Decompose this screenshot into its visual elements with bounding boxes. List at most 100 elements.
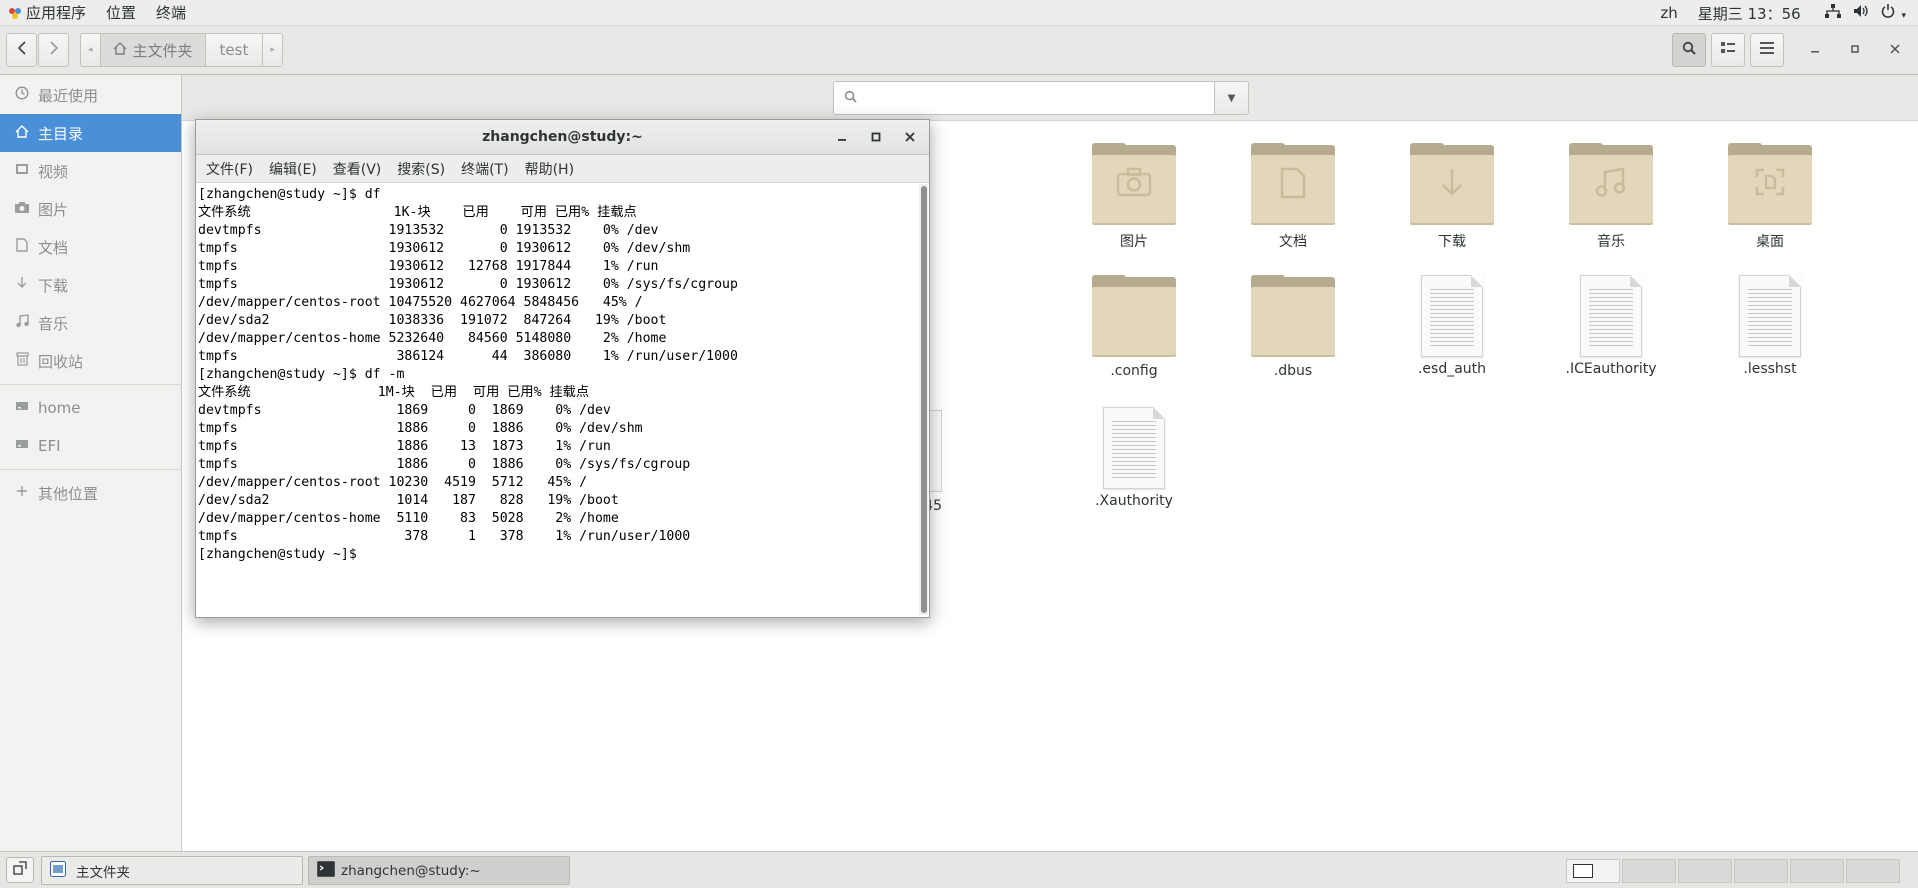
sidebar-separator (0, 469, 181, 470)
list-view-icon (1721, 42, 1735, 58)
task-label: zhangchen@study:~ (341, 862, 481, 879)
path-scroll-right-button[interactable]: ▸ (263, 34, 282, 66)
text-file-icon (1421, 275, 1483, 357)
maximize-button[interactable] (1840, 33, 1870, 67)
file-item-lesshst[interactable]: .lesshst (1700, 275, 1840, 377)
sidebar-item-downloads[interactable]: 下载 (0, 266, 181, 304)
file-item-esd-auth[interactable]: .esd_auth (1382, 275, 1522, 377)
terminal-menu-help[interactable]: 帮助(H) (517, 159, 582, 179)
sidebar-item-home[interactable]: 主目录 (0, 114, 181, 152)
clock[interactable]: 星期三 13：56 (1688, 3, 1819, 24)
task-file-manager[interactable]: 主文件夹 (41, 856, 303, 885)
file-item-iceauthority[interactable]: .ICEauthority (1541, 275, 1681, 377)
sidebar-item-label: 图片 (38, 200, 69, 219)
workspace-6[interactable] (1846, 859, 1900, 883)
input-language-indicator[interactable]: zh (1650, 4, 1687, 22)
applications-menu[interactable]: 应用程序 (22, 0, 96, 26)
places-menu[interactable]: 位置 (96, 0, 146, 26)
maximize-icon (871, 130, 881, 146)
folder-item-documents[interactable]: 文档 (1223, 143, 1363, 251)
taskbar: 主文件夹 zhangchen@study:~ (0, 851, 1918, 888)
minimize-button[interactable] (1800, 33, 1830, 67)
terminal-menubar: 文件(F) 编辑(E) 查看(V) 搜索(S) 终端(T) 帮助(H) (196, 155, 929, 183)
terminal-menu-view[interactable]: 查看(V) (325, 159, 390, 179)
terminal-menu-edit[interactable]: 编辑(E) (261, 159, 325, 179)
search-toggle-button[interactable] (1672, 33, 1706, 67)
terminal-menu-search[interactable]: 搜索(S) (389, 159, 453, 179)
terminal-maximize-button[interactable] (859, 120, 893, 155)
file-label: .Xauthority (1095, 493, 1173, 509)
camera-icon (1092, 167, 1176, 205)
sidebar-item-label: 音乐 (38, 314, 69, 333)
sidebar-item-other-locations[interactable]: 其他位置 (0, 474, 181, 512)
sidebar-item-efi[interactable]: EFI (0, 427, 181, 465)
close-button[interactable] (1880, 33, 1910, 67)
sidebar-item-trash[interactable]: 回收站 (0, 342, 181, 380)
view-mode-button[interactable] (1711, 33, 1745, 67)
back-button[interactable] (6, 33, 37, 67)
search-input[interactable] (834, 82, 1214, 114)
volume-icon[interactable] (1847, 4, 1875, 22)
terminal-menu-file[interactable]: 文件(F) (198, 159, 261, 179)
home-icon (14, 124, 30, 142)
terminal-titlebar[interactable]: zhangchen@study:~ (196, 120, 929, 155)
folder-label: 文档 (1279, 234, 1307, 250)
path-segment-test[interactable]: test (206, 34, 264, 66)
path-scroll-left-button[interactable]: ◂ (81, 34, 101, 66)
workspace-5[interactable] (1790, 859, 1844, 883)
sidebar-item-label: home (38, 399, 81, 417)
terminal-close-button[interactable] (893, 120, 927, 155)
sidebar-item-label: EFI (38, 437, 61, 455)
chevron-down-icon: ▼ (1227, 92, 1236, 104)
terminal-menu-terminal[interactable]: 终端(T) (453, 159, 516, 179)
terminal-output[interactable]: [zhangchen@study ~]$ df 文件系统 1K-块 已用 可用 … (196, 184, 917, 617)
forward-button[interactable] (38, 33, 69, 67)
scrollbar-thumb[interactable] (921, 186, 927, 613)
task-terminal[interactable]: zhangchen@study:~ (308, 856, 570, 885)
sidebar-item-music[interactable]: 音乐 (0, 304, 181, 342)
sidebar-item-label: 下载 (38, 276, 69, 295)
folder-label: 桌面 (1756, 234, 1784, 250)
folder-item-desktop[interactable]: 桌面 (1700, 143, 1840, 251)
show-desktop-button[interactable] (6, 857, 34, 883)
path-segment-home[interactable]: 主文件夹 (100, 34, 206, 66)
sidebar-item-label: 文档 (38, 238, 69, 257)
workspace-3[interactable] (1678, 859, 1732, 883)
close-icon (905, 130, 915, 146)
sidebar-item-videos[interactable]: 视频 (0, 152, 181, 190)
sidebar-item-recent[interactable]: 最近使用 (0, 76, 181, 114)
terminal-scrollbar[interactable] (919, 184, 928, 615)
folder-item-music[interactable]: 音乐 (1541, 143, 1681, 251)
trash-icon (14, 352, 30, 370)
sidebar-item-documents[interactable]: 文档 (0, 228, 181, 266)
folder-item-config[interactable]: .config (1064, 275, 1204, 379)
video-icon (14, 163, 30, 179)
search-options-button[interactable]: ▼ (1214, 82, 1248, 114)
workspace-2[interactable] (1622, 859, 1676, 883)
show-desktop-icon (13, 861, 27, 879)
sidebar-item-pictures[interactable]: 图片 (0, 190, 181, 228)
workspace-4[interactable] (1734, 859, 1788, 883)
terminal-app-menu[interactable]: 终端 (146, 0, 196, 26)
sidebar-item-home-drive[interactable]: home (0, 389, 181, 427)
folder-item-downloads[interactable]: 下载 (1382, 143, 1522, 251)
terminal-minimize-button[interactable] (825, 120, 859, 155)
path-bar: ◂ 主文件夹 test ▸ (80, 33, 283, 67)
file-manager-icon (50, 860, 66, 881)
file-item-xauthority[interactable]: .Xauthority (1064, 407, 1204, 509)
minimize-icon (837, 130, 847, 146)
search-icon (1682, 41, 1696, 59)
top-bar: 应用程序 位置 终端 zh 星期三 13：56 ▾ (0, 0, 1918, 26)
power-icon[interactable]: ▾ (1875, 4, 1918, 22)
text-file-icon (1103, 407, 1165, 489)
folder-item-dbus[interactable]: .dbus (1223, 275, 1363, 379)
network-icon[interactable] (1819, 4, 1847, 22)
folder-item-pictures[interactable]: 图片 (1064, 143, 1204, 251)
task-label: 主文件夹 (76, 864, 130, 881)
menu-button[interactable] (1750, 33, 1784, 67)
workspace-1[interactable] (1566, 859, 1620, 883)
terminal-icon (317, 860, 335, 881)
sidebar: 最近使用 主目录 视频 图片 文档 下载 音乐 回收站 home EFI 其他位… (0, 75, 182, 851)
folder-label: 图片 (1120, 234, 1148, 250)
terminal-title: zhangchen@study:~ (482, 129, 643, 145)
